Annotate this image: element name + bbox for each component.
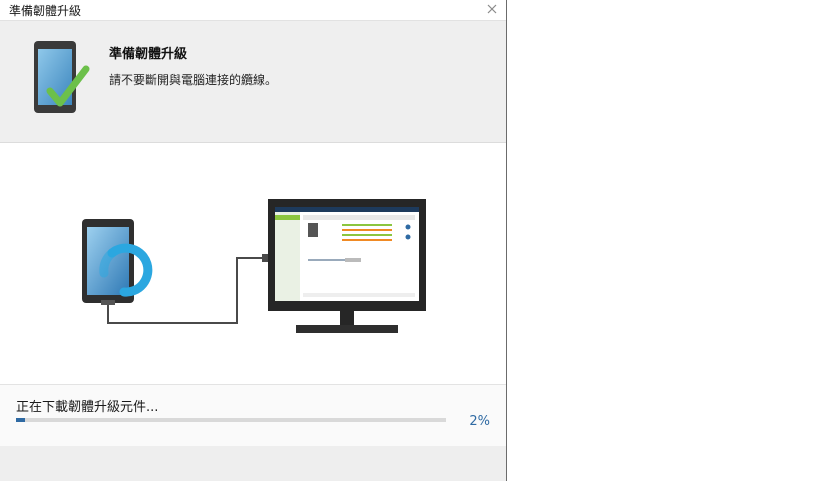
header-subtitle: 請不要斷開與電腦連接的纜線。 [109, 73, 278, 87]
footer-bar [0, 446, 506, 481]
progress-percent: 2% [469, 414, 490, 429]
monitor [268, 199, 426, 333]
title-bar: 準備韌體升級 [0, 0, 506, 21]
download-progress-bar [16, 418, 446, 422]
connection-illustration [0, 143, 506, 384]
window-title: 準備韌體升級 [9, 4, 82, 18]
header-title: 準備韌體升級 [109, 47, 188, 62]
header-panel: 準備韌體升級 請不要斷開與電腦連接的纜線。 [0, 21, 506, 143]
firmware-upgrade-dialog: 準備韌體升級 準備韌體升級 請不要斷開與電腦連接的纜線。 正在下載韌體升級元件.… [0, 0, 507, 481]
close-icon[interactable] [484, 1, 500, 17]
status-panel: 正在下載韌體升級元件... 2% [0, 384, 506, 447]
device-check-icon [34, 41, 90, 113]
status-label: 正在下載韌體升級元件... [16, 400, 159, 415]
progress-fill [16, 418, 25, 422]
